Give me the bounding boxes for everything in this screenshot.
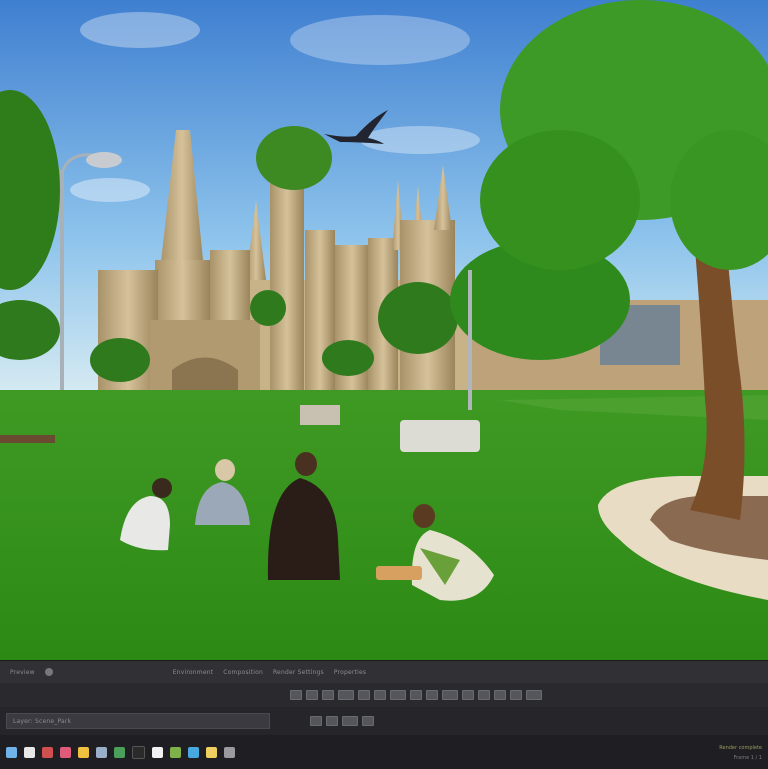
terrain-icon[interactable] [410,690,422,700]
settings-icon[interactable] [526,690,542,700]
dock: Render complete Frame 1 / 1 [0,735,768,769]
filter-icon[interactable] [362,716,374,726]
layer-label: Layer: Scene_Park [13,717,72,725]
material-icon[interactable] [390,690,406,700]
street-lamp [468,270,472,410]
panel-label-environment[interactable]: Environment [173,669,214,676]
mesh-icon[interactable] [374,690,386,700]
render-app-icon[interactable] [170,746,181,758]
cloud [80,12,200,48]
tool-strip [0,683,768,707]
tree-icon[interactable] [426,690,438,700]
scale-icon[interactable] [322,690,334,700]
panel-header: Preview Environment Composition Render S… [0,661,768,684]
cloud [360,126,480,154]
redo-icon[interactable] [510,690,522,700]
undo-icon[interactable] [494,690,506,700]
cloud [70,178,150,202]
rendered-park-scene [0,0,768,660]
render-viewport[interactable] [0,0,768,660]
tree [256,126,332,190]
mail-icon[interactable] [42,746,53,758]
visibility-icon[interactable] [310,716,322,726]
tree [378,282,458,354]
camera-icon[interactable] [338,690,354,700]
tree [90,338,150,382]
tree [322,340,374,376]
lounger [300,405,340,425]
light-icon[interactable] [358,690,370,700]
folder-icon[interactable] [96,746,107,758]
trash-icon[interactable] [224,746,235,758]
layer-row: Layer: Scene_Park [0,707,768,735]
tree [250,290,286,326]
panel-label-properties[interactable]: Properties [334,669,366,676]
status-text: Render complete [719,745,762,751]
layer-field[interactable]: Layer: Scene_Park [6,713,270,729]
link-icon[interactable] [342,716,358,726]
cloud [290,15,470,65]
panel-label-preview[interactable]: Preview [10,669,35,676]
lock-icon[interactable] [326,716,338,726]
music-icon[interactable] [60,746,71,758]
editor-icon[interactable] [114,746,125,758]
notes-icon[interactable] [206,746,217,758]
rotate-icon[interactable] [306,690,318,700]
panel-label-composition[interactable]: Composition [223,669,263,676]
photos-icon[interactable] [78,746,89,758]
bench [0,435,55,443]
status-detail: Frame 1 / 1 [733,755,762,761]
move-icon[interactable] [290,690,302,700]
editor-panel: Preview Environment Composition Render S… [0,660,768,769]
calendar-icon[interactable] [152,746,163,758]
picnic-tray [376,566,422,580]
lounger [400,420,480,452]
render-icon[interactable] [442,690,458,700]
snap-icon[interactable] [478,690,490,700]
panel-label-render-settings[interactable]: Render Settings [273,669,324,676]
chat-icon[interactable] [188,746,199,758]
record-icon[interactable] [44,668,53,676]
browser-icon[interactable] [24,746,35,758]
terminal-icon[interactable] [132,745,145,759]
finder-icon[interactable] [6,746,17,758]
grid-icon[interactable] [462,690,474,700]
